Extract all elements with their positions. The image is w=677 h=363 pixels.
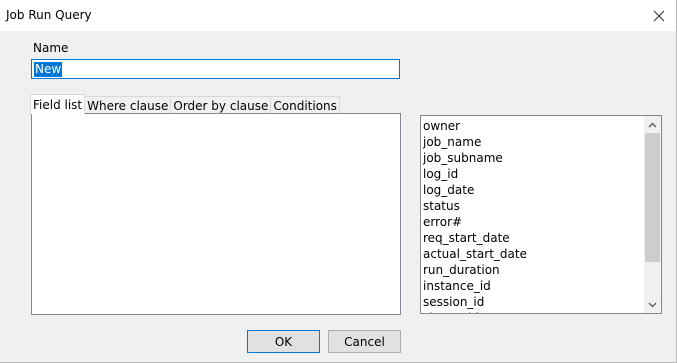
chevron-down-icon [648,302,657,307]
list-item[interactable]: log_id [423,166,643,182]
close-icon [653,10,665,21]
list-item[interactable]: instance_id [423,278,643,294]
name-input[interactable]: New [31,59,400,79]
list-item[interactable]: slave_pid [423,310,643,313]
available-fields-list[interactable]: owner job_name job_subname log_id log_da… [420,115,662,314]
selected-fields-panel[interactable] [31,113,401,315]
scroll-up-button[interactable] [644,116,661,133]
list-item[interactable]: session_id [423,294,643,310]
list-item[interactable]: job_name [423,134,643,150]
scroll-down-button[interactable] [644,296,661,313]
chevron-up-icon [648,122,657,127]
window-title: Job Run Query [6,8,92,22]
scroll-thumb[interactable] [645,133,660,262]
list-item[interactable]: job_subname [423,150,643,166]
list-item[interactable]: owner [423,118,643,134]
tab-where-clause[interactable]: Where clause [84,96,172,114]
title-bar: Job Run Query [0,0,676,31]
tab-strip: Field list Where clause Order by clause … [30,94,340,114]
cancel-button[interactable]: Cancel [328,330,401,353]
list-item[interactable]: actual_start_date [423,246,643,262]
job-run-query-dialog: Job Run Query Name New Field list Where … [0,0,677,363]
tab-field-list[interactable]: Field list [30,94,86,114]
ok-button[interactable]: OK [247,330,320,353]
list-item[interactable]: run_duration [423,262,643,278]
list-item[interactable]: log_date [423,182,643,198]
tab-order-by-clause[interactable]: Order by clause [170,96,272,114]
list-item[interactable]: error# [423,214,643,230]
fields-scrollbar[interactable] [644,116,661,313]
name-label: Name [33,41,69,55]
tab-conditions[interactable]: Conditions [270,96,340,114]
close-button[interactable] [642,0,676,31]
list-item[interactable]: req_start_date [423,230,643,246]
name-input-value: New [34,62,63,77]
list-item[interactable]: status [423,198,643,214]
fields-list: owner job_name job_subname log_id log_da… [423,118,643,313]
